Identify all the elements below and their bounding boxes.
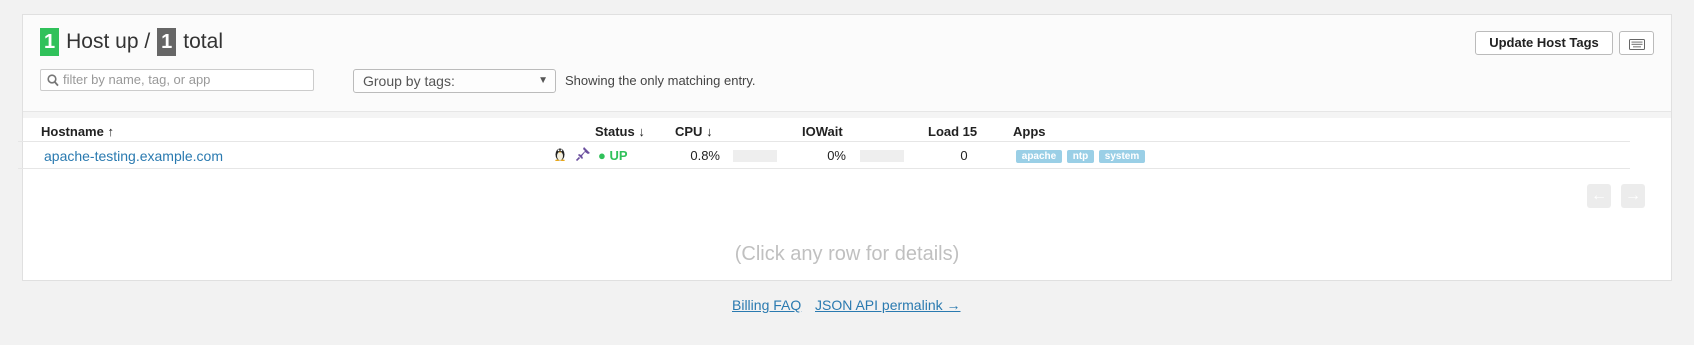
hostname-link[interactable]: apache-testing.example.com	[44, 148, 223, 164]
keyboard-icon	[1629, 37, 1645, 55]
app-tag-ntp[interactable]: ntp	[1067, 150, 1094, 163]
iowait-value: 0%	[827, 148, 846, 163]
group-by-tags-select[interactable]: Group by tags: ▼	[353, 69, 556, 93]
result-count-text: Showing the only matching entry.	[565, 73, 756, 88]
column-header-load15[interactable]: Load 15	[928, 124, 977, 139]
load15-value: 0	[960, 148, 968, 163]
filter-input[interactable]: filter by name, tag, or app	[40, 69, 314, 91]
title-up-text: Host up /	[66, 30, 151, 53]
status-badge: ● UP	[598, 148, 628, 163]
billing-faq-link[interactable]: Billing FAQ	[732, 297, 801, 313]
pin-icon[interactable]	[575, 147, 590, 166]
app-tag-apache[interactable]: apache	[1016, 150, 1062, 163]
column-header-status[interactable]: Status ↓	[595, 124, 645, 139]
sort-desc-icon: ↓	[638, 124, 645, 139]
hosts-up-count-badge: 1	[40, 28, 60, 56]
update-host-tags-button[interactable]: Update Host Tags	[1475, 31, 1613, 55]
cpu-usage-bar	[733, 150, 777, 162]
column-header-hostname[interactable]: Hostname ↑	[41, 124, 114, 139]
linux-penguin-icon	[554, 146, 566, 166]
group-by-label: Group by tags:	[363, 73, 455, 89]
hosts-total-count-badge: 1	[157, 28, 177, 56]
sort-desc-icon: ↓	[706, 124, 713, 139]
iowait-usage-bar	[860, 150, 904, 162]
page-title: 1 Host up / 1 total	[40, 28, 223, 56]
column-header-cpu[interactable]: CPU ↓	[675, 124, 713, 139]
filter-placeholder: filter by name, tag, or app	[63, 72, 211, 87]
header-divider	[23, 112, 1671, 118]
column-header-iowait[interactable]: IOWait	[802, 124, 843, 139]
next-page-button[interactable]: →	[1621, 184, 1645, 208]
title-total-text: total	[183, 30, 223, 53]
cpu-value: 0.8%	[690, 148, 720, 163]
search-icon	[47, 73, 59, 93]
sort-asc-icon: ↑	[107, 124, 114, 139]
column-header-apps[interactable]: Apps	[1013, 124, 1046, 139]
json-api-permalink-link[interactable]: JSON API permalink →	[815, 297, 961, 313]
dropdown-caret-icon: ▼	[538, 75, 548, 86]
app-tag-system[interactable]: system	[1099, 150, 1145, 163]
prev-page-button[interactable]: ←	[1587, 184, 1611, 208]
details-hint: (Click any row for details)	[734, 243, 960, 265]
panel-header: 1 Host up / 1 total filter by name, tag,…	[23, 15, 1671, 112]
keyboard-shortcuts-button[interactable]	[1619, 31, 1654, 55]
